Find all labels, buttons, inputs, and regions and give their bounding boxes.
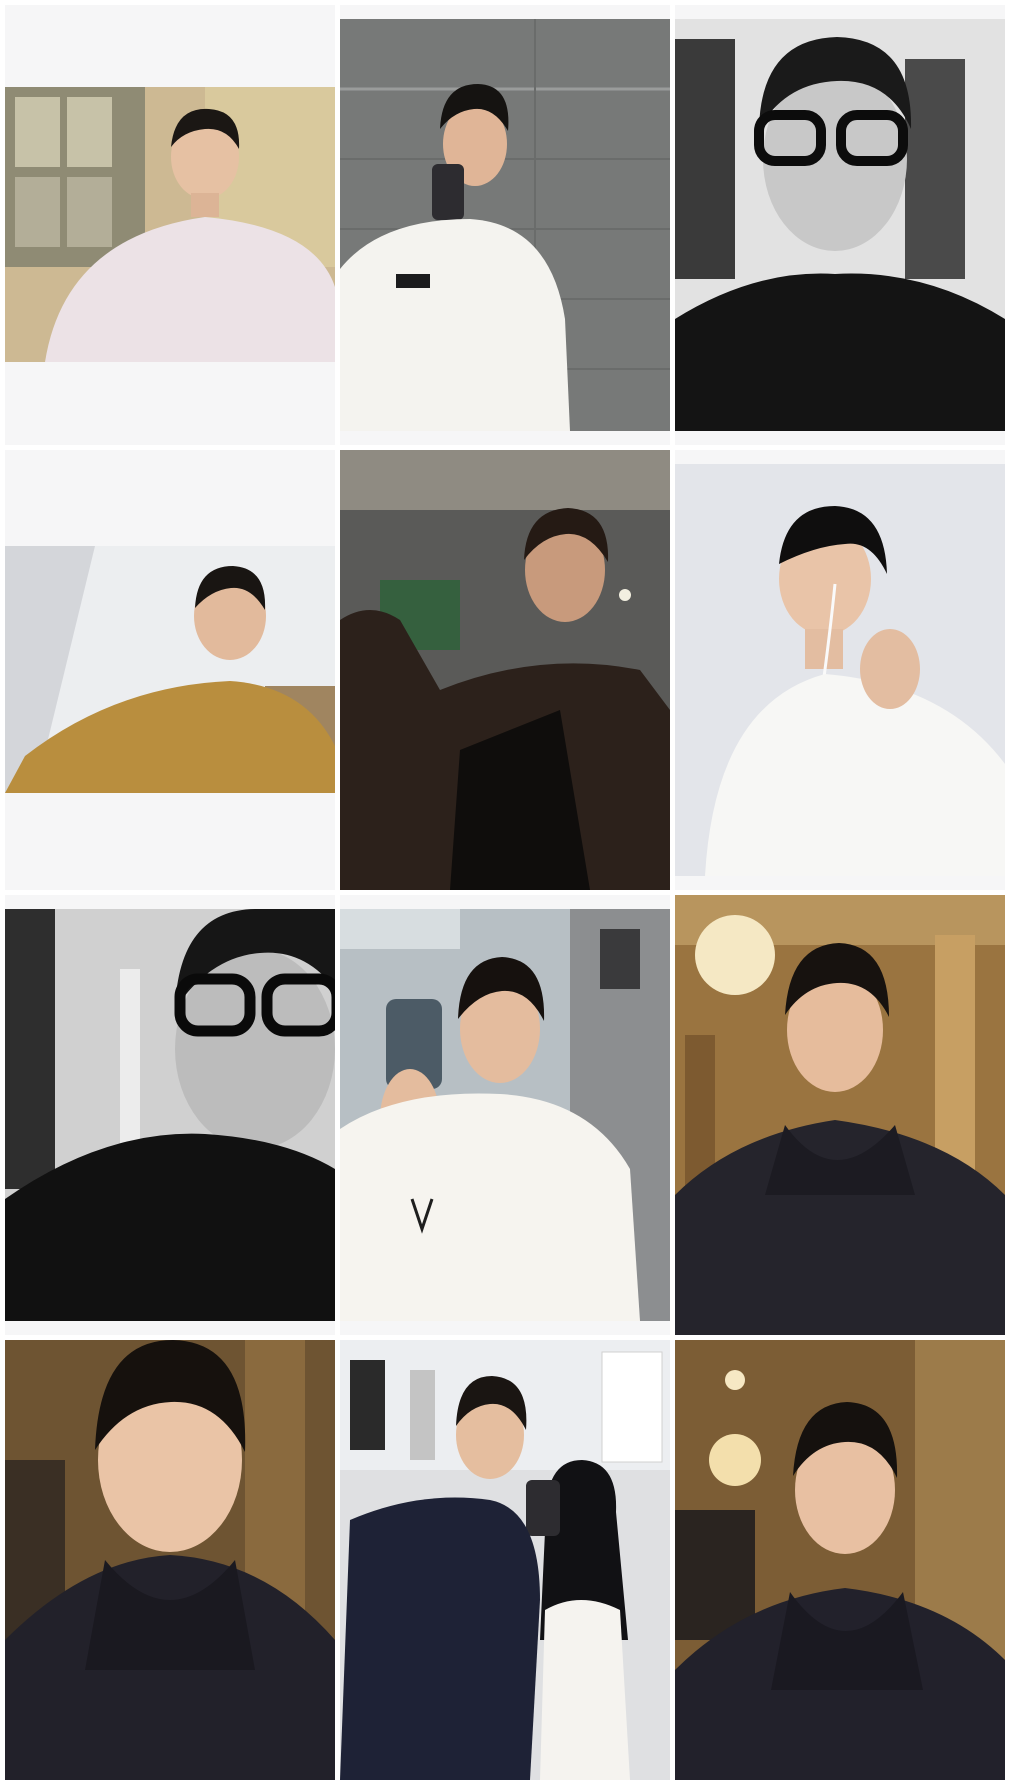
grid-cell-4[interactable] [5,450,335,890]
photo-mirror-selfie-white-shirt[interactable] [340,19,670,431]
photo-mirror-selfie-couple[interactable] [340,1340,670,1780]
photo-palace-hoodie-selfie[interactable] [675,895,1005,1335]
grid-cell-2[interactable] [340,5,670,445]
grid-cell-7[interactable] [5,895,335,1335]
photo-grid [0,0,1010,1785]
photo-selfie-mustard-sweater[interactable] [5,546,335,793]
grid-cell-10[interactable] [5,1340,335,1780]
grid-cell-6[interactable] [675,450,1005,890]
grid-cell-3[interactable] [675,5,1005,445]
photo-palace-hoodie-closeup[interactable] [5,1340,335,1780]
photo-mirror-selfie-white-tee[interactable] [340,909,670,1321]
grid-cell-11[interactable] [340,1340,670,1780]
grid-cell-12[interactable] [675,1340,1005,1780]
grid-cell-1[interactable] [5,5,335,445]
grid-cell-8[interactable] [340,895,670,1335]
photo-palace-hoodie-chandelier[interactable] [675,1340,1005,1780]
grid-cell-5[interactable] [340,450,670,890]
grid-cell-9[interactable] [675,895,1005,1335]
photo-leather-jacket-dim-room[interactable] [340,450,670,890]
photo-profile-white-shirt-earphones[interactable] [675,464,1005,876]
photo-selfie-pink-sweater[interactable] [5,87,335,362]
photo-bw-glasses-closeup[interactable] [5,909,335,1321]
photo-bw-glasses-black-tee[interactable] [675,19,1005,431]
